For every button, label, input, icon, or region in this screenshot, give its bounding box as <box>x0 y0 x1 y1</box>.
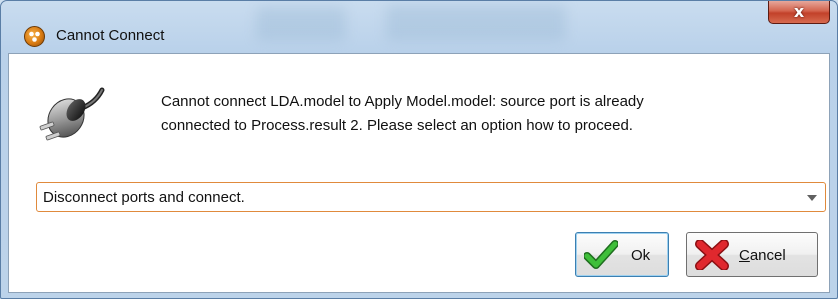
cancel-button[interactable]: Cancel <box>686 232 818 277</box>
option-select[interactable]: Disconnect ports and connect. <box>36 182 826 212</box>
close-button[interactable]: x <box>768 1 830 24</box>
dialog-message: Cannot connect LDA.model to Apply Model.… <box>161 90 801 138</box>
ok-button[interactable]: Ok <box>575 232 669 277</box>
close-icon: x <box>793 2 805 21</box>
checkmark-icon <box>584 240 618 269</box>
message-line: Cannot connect LDA.model to Apply Model.… <box>161 93 644 110</box>
background-blur <box>386 5 566 41</box>
ok-button-label: Ok <box>631 247 651 264</box>
dialog-window: Cannot Connect x Cannot connect LDA.mode… <box>0 0 838 299</box>
background-blur <box>256 7 346 41</box>
red-x-icon <box>695 240 729 270</box>
plug-icon <box>39 87 105 141</box>
title-bar[interactable]: Cannot Connect x <box>1 1 837 53</box>
chevron-down-icon[interactable] <box>807 195 817 201</box>
app-logo-icon <box>24 26 45 47</box>
option-select-value: Disconnect ports and connect. <box>43 189 245 206</box>
message-line: connected to Process.result 2. Please se… <box>161 117 633 134</box>
dialog-body: Cannot connect LDA.model to Apply Model.… <box>8 53 830 293</box>
dialog-title: Cannot Connect <box>56 27 165 44</box>
cancel-button-label: Cancel <box>739 247 786 264</box>
